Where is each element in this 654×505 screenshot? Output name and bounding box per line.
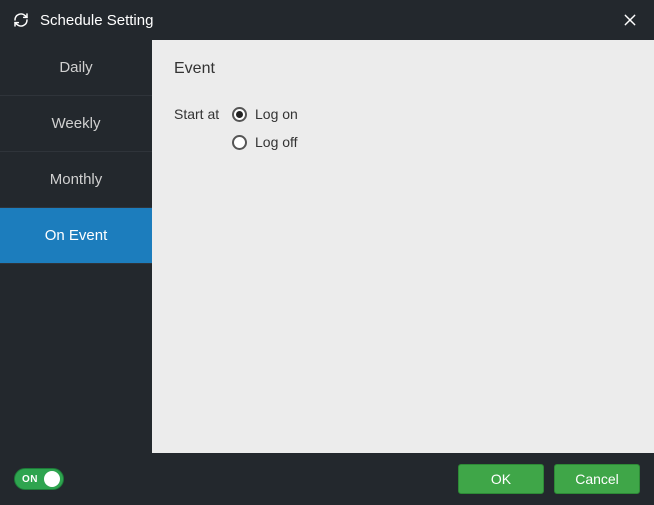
option-row-log-off: Log off: [174, 134, 632, 150]
content-pane: Event Start at Log on Log off: [152, 40, 654, 453]
toggle-label: ON: [22, 474, 38, 485]
start-at-label: Start at: [174, 106, 232, 122]
option-row-log-on: Start at Log on: [174, 106, 632, 122]
sidebar-item-monthly[interactable]: Monthly: [0, 152, 152, 208]
refresh-icon: [12, 11, 30, 29]
ok-button[interactable]: OK: [458, 464, 544, 494]
radio-log-on[interactable]: [232, 107, 247, 122]
sidebar-item-daily[interactable]: Daily: [0, 40, 152, 96]
radio-log-on-label: Log on: [255, 106, 298, 122]
footer: ON OK Cancel: [0, 453, 654, 505]
window-title: Schedule Setting: [40, 12, 618, 29]
close-icon[interactable]: [618, 8, 642, 32]
titlebar: Schedule Setting: [0, 0, 654, 40]
sidebar-item-weekly[interactable]: Weekly: [0, 96, 152, 152]
content-heading: Event: [174, 60, 632, 78]
radio-log-off[interactable]: [232, 135, 247, 150]
cancel-button[interactable]: Cancel: [554, 464, 640, 494]
sidebar: Daily Weekly Monthly On Event: [0, 40, 152, 453]
toggle-knob: [44, 471, 60, 487]
body: Daily Weekly Monthly On Event Event Star…: [0, 40, 654, 453]
sidebar-item-on-event[interactable]: On Event: [0, 208, 152, 264]
enable-toggle[interactable]: ON: [14, 468, 64, 490]
radio-log-off-label: Log off: [255, 134, 298, 150]
